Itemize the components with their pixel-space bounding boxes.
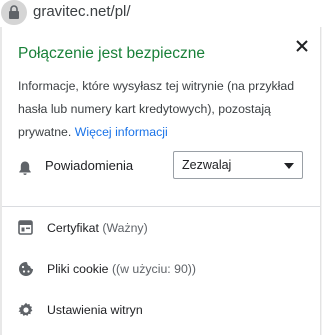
cookies-row[interactable]: Pliki cookie ((w użyciu: 90)): [2, 251, 320, 287]
certificate-status: (Ważny): [102, 221, 148, 235]
address-bar: gravitec.net/pl/: [0, 0, 322, 27]
cookies-label: Pliki cookie ((w użyciu: 90)): [47, 262, 196, 276]
learn-more-link[interactable]: Więcej informacji: [75, 125, 168, 139]
notifications-row: Powiadomienia Zezwalaj: [2, 151, 320, 183]
notifications-label: Powiadomienia: [45, 158, 134, 173]
popup-title: Połączenie jest bezpieczne: [18, 45, 205, 62]
site-settings-row[interactable]: Ustawienia witryn: [2, 292, 320, 328]
notifications-select-value: Zezwalaj: [182, 158, 232, 172]
certificate-row[interactable]: Certyfikat (Ważny): [2, 210, 320, 246]
gear-icon: [18, 302, 33, 316]
section-divider: [2, 206, 320, 207]
site-info-popup: Połączenie jest bezpieczne Informacje, k…: [2, 27, 321, 335]
notifications-select[interactable]: Zezwalaj: [173, 151, 303, 179]
connection-description: Informacje, które wysyłasz tej witrynie …: [18, 75, 304, 144]
certificate-label-text: Certyfikat: [47, 221, 99, 235]
dropdown-arrow-icon: [284, 163, 294, 169]
close-icon: [296, 40, 308, 52]
bell-icon: [19, 161, 31, 175]
cookie-icon: [19, 262, 33, 276]
close-button[interactable]: [291, 35, 313, 57]
site-settings-label: Ustawienia witryn: [47, 303, 143, 317]
cookies-label-text: Pliki cookie: [47, 262, 109, 276]
certificate-label: Certyfikat (Ważny): [47, 221, 148, 235]
site-info-button[interactable]: [1, 0, 27, 25]
lock-icon: [9, 5, 19, 19]
url-text[interactable]: gravitec.net/pl/: [33, 3, 131, 20]
cookies-count: ((w użyciu: 90)): [111, 262, 196, 276]
certificate-icon: [18, 220, 33, 235]
